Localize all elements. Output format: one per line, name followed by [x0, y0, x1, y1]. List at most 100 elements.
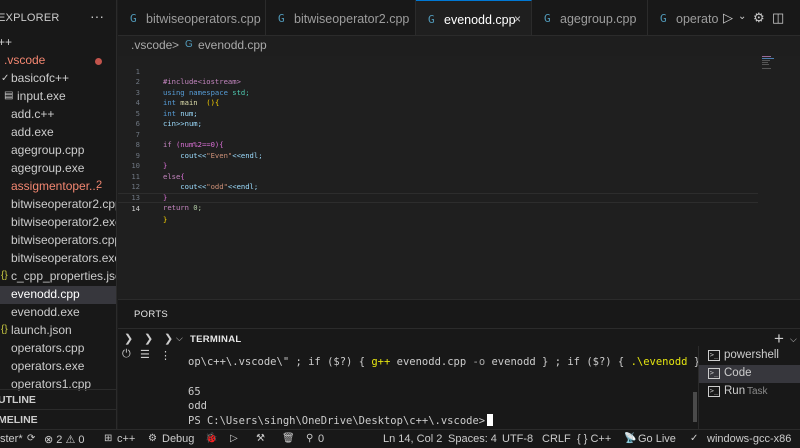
minimap-line — [762, 64, 769, 65]
terminal-item-code[interactable]: >_ Code — [699, 365, 800, 383]
split-editor-icon[interactable]: ◫ — [772, 10, 784, 26]
tree-item-label: evenodd.exe — [11, 305, 80, 319]
tree-item-label: bitwiseoperators.cpp — [11, 233, 117, 247]
chevron-icon: ✓ — [1, 73, 10, 84]
tab-evenodd[interactable]: G evenodd.cpp × — [416, 0, 532, 35]
tree-item[interactable]: operators.cpp — [0, 340, 116, 358]
tab-operator[interactable]: G operator — [648, 0, 728, 35]
cpp-config[interactable]: c++ — [117, 433, 135, 445]
encoding[interactable]: UTF-8 — [502, 433, 533, 445]
check-icon[interactable]: ✓ — [690, 433, 698, 444]
breadcrumb-file[interactable]: evenodd.cpp — [198, 38, 267, 52]
go-live-button[interactable]: Go Live — [638, 433, 676, 445]
run-icon[interactable]: ▷ — [230, 433, 238, 444]
breadcrumb-folder[interactable]: .vscode — [131, 38, 172, 52]
build-icon[interactable]: ⚒ — [256, 433, 265, 444]
ports-count[interactable]: 0 — [318, 433, 324, 445]
code-line: 11 cout<<"odd"<<endl; — [118, 161, 758, 192]
cursor-position[interactable]: Ln 14, Col 2 — [383, 433, 442, 445]
more-actions-icon[interactable]: ··· — [90, 8, 104, 24]
terminal-text: ($?) { — [320, 356, 372, 368]
outline-section[interactable]: UTLINE — [0, 389, 116, 409]
tree-item-label: operators.exe — [11, 359, 85, 373]
tree-item[interactable]: operators.exe — [0, 358, 116, 376]
chevron-down-icon[interactable]: ⌄ — [738, 11, 746, 22]
sync-icon[interactable]: ⟳ — [27, 433, 35, 444]
terminal-prompt-line: PS C:\Users\singh\OneDrive\Desktop\c++\.… — [188, 414, 494, 427]
trash-icon[interactable]: 🗑 — [282, 433, 295, 444]
cpp-file-icon: G — [185, 39, 193, 50]
chevron-down-icon[interactable]: ⌵ — [790, 334, 797, 345]
code-editor[interactable]: 1 #include<iostream> 2 using namespace s… — [118, 56, 800, 299]
tree-item[interactable]: add.exe — [0, 124, 116, 142]
code-text: } — [163, 214, 168, 224]
terminal-prompt: PS C:\Users\singh\OneDrive\Desktop\c++\.… — [188, 415, 486, 427]
terminal-text: .\evenodd — [630, 356, 688, 368]
code-line: 1 #include<iostream> — [118, 56, 758, 87]
tree-item[interactable]: agegroup.exe — [0, 160, 116, 178]
problems-indicator[interactable]: ⊗ 2 ⚠ 0 — [44, 433, 84, 446]
chevron-down-icon[interactable]: ⌵ — [176, 333, 183, 344]
tree-item[interactable]: agegroup.cpp — [0, 142, 116, 160]
chevron-right-icon[interactable]: ❯ — [124, 332, 133, 345]
explorer-title: EXPLORER — [0, 12, 60, 24]
terminal-icon: >_ — [708, 368, 720, 379]
tab-label: bitwiseoperators.cpp — [146, 12, 261, 26]
timeline-section[interactable]: MELINE — [0, 409, 116, 429]
tree-item[interactable]: {} c_cpp_properties.json — [0, 268, 116, 286]
tab-agegroup[interactable]: G agegroup.cpp — [532, 0, 648, 35]
tree-item[interactable]: {} launch.json — [0, 322, 116, 340]
chevron-right-icon[interactable]: ❯ — [144, 332, 153, 345]
plug-icon[interactable]: ⏻ — [122, 348, 131, 361]
cmake-icon[interactable]: ⊞ — [104, 433, 112, 444]
tree-item[interactable]: bitwiseoperators.exe — [0, 250, 116, 268]
close-icon[interactable]: × — [514, 12, 521, 26]
debug-button[interactable]: Debug — [162, 433, 194, 445]
settings-icon[interactable]: ⚙ — [148, 433, 157, 444]
tab-bitwiseoperators[interactable]: G bitwiseoperators.cpp — [118, 0, 266, 35]
terminal-text: if — [308, 356, 321, 368]
minimap-line — [762, 60, 770, 61]
tree-item[interactable]: add.c++ — [0, 106, 116, 124]
terminal-scrollbar[interactable] — [693, 392, 697, 422]
language-mode[interactable]: { } C++ — [577, 433, 611, 445]
tree-item-vscode-folder[interactable]: .vscode — [0, 52, 116, 70]
bottom-panel: PORTS ❯ ❯ ❯ ⌵ TERMINAL + ⌵ ⏻ ☰ ⋮ op\c++\… — [118, 299, 800, 430]
broadcast-icon[interactable]: 📡 — [624, 433, 636, 444]
tab-label: bitwiseoperator2.cpp — [294, 12, 410, 26]
tree-item-active[interactable]: evenodd.cpp — [0, 286, 116, 304]
tree-item[interactable]: ▤ input.exe — [0, 88, 116, 106]
compiler-config[interactable]: windows-gcc-x86 — [707, 433, 791, 445]
tree-item-label: evenodd.cpp — [11, 287, 80, 301]
tree-item[interactable]: assigmentoper... 2 — [0, 178, 116, 196]
editor-tab-bar: G bitwiseoperators.cpp G bitwiseoperator… — [118, 0, 800, 36]
run-icon[interactable]: ▷ — [723, 10, 733, 26]
tree-item[interactable]: bitwiseoperator2.exe — [0, 214, 116, 232]
tree-item[interactable]: ++ — [0, 34, 116, 52]
terminal-item-powershell[interactable]: >_ powershell — [699, 347, 800, 365]
ports-icon[interactable]: ⚲ — [306, 433, 313, 444]
indentation[interactable]: Spaces: 4 — [448, 433, 497, 445]
tree-item-basicofc-folder[interactable]: ✓ basicofc++ — [0, 70, 116, 88]
tree-item[interactable]: bitwiseoperators.cpp — [0, 232, 117, 250]
tab-label: agegroup.cpp — [560, 12, 637, 26]
minimap[interactable] — [758, 56, 800, 299]
chevron-right-icon[interactable]: ❯ — [164, 332, 173, 345]
cpp-file-icon: G — [130, 12, 137, 25]
bug-icon[interactable]: 🐞 — [205, 433, 217, 444]
tab-ports[interactable]: PORTS — [134, 309, 168, 320]
tree-item[interactable]: evenodd.exe — [0, 304, 116, 322]
terminal-item-run-task[interactable]: >_ Run Task — [699, 383, 800, 401]
terminal-output[interactable]: op\c++\.vscode\" ; if ($?) { g++ evenodd… — [166, 350, 700, 430]
list-icon[interactable]: ☰ — [140, 348, 150, 361]
line-ending[interactable]: CRLF — [542, 433, 571, 445]
tree-item-label: agegroup.exe — [11, 161, 85, 175]
cpp-file-icon: G — [428, 13, 435, 26]
branch-indicator[interactable]: ster* — [0, 433, 23, 445]
gear-icon[interactable]: ⚙ — [753, 10, 765, 26]
terminal-title[interactable]: TERMINAL — [190, 334, 241, 345]
tree-item[interactable]: bitwiseoperator2.cpp — [0, 196, 116, 214]
tree-item-label: assigmentoper... — [11, 179, 100, 193]
timeline-label: MELINE — [0, 414, 38, 426]
tab-bitwiseoperator2[interactable]: G bitwiseoperator2.cpp — [266, 0, 416, 35]
